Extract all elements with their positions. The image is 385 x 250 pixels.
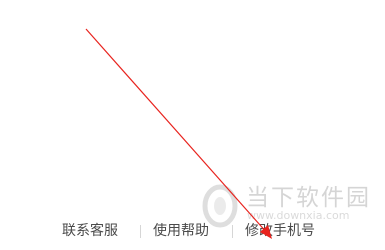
contact-support-link[interactable]: 联系客服 xyxy=(62,220,118,242)
change-phone-link[interactable]: 修改手机号 xyxy=(245,220,315,242)
footer-divider xyxy=(140,225,141,238)
footer-divider xyxy=(232,225,233,238)
watermark-name: 当下软件园 xyxy=(246,185,371,211)
help-link[interactable]: 使用帮助 xyxy=(153,220,209,242)
footer-links: 联系客服 使用帮助 修改手机号 xyxy=(0,220,385,242)
